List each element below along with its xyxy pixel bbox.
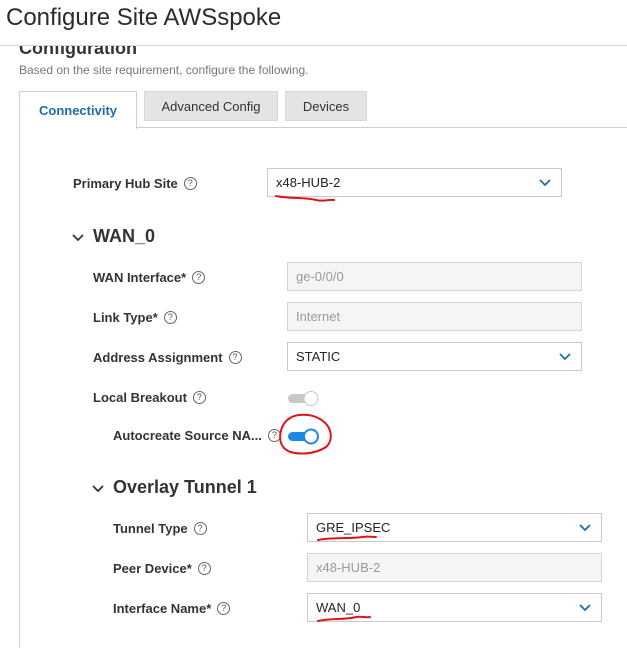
select-value: WAN_0 [316, 600, 361, 615]
tab-label: Connectivity [38, 103, 117, 118]
label-text: Peer Device* [113, 561, 192, 576]
tab-label: Devices [302, 98, 350, 114]
help-icon[interactable]: ? [192, 271, 206, 284]
help-icon[interactable]: ? [267, 429, 281, 442]
help-icon[interactable]: ? [193, 522, 207, 535]
link-type-label: Link Type*? [93, 310, 177, 325]
local-breakout-toggle[interactable] [287, 388, 319, 408]
select-value: STATIC [296, 349, 341, 364]
label-text: Link Type* [93, 310, 158, 325]
label-text: Tunnel Type [113, 521, 188, 536]
label-text: Local Breakout [93, 390, 187, 405]
help-icon[interactable]: ? [192, 391, 206, 404]
tunnel-type-select[interactable]: GRE_IPSEC [307, 513, 602, 542]
autocreate-source-nat-label: Autocreate Source NA...? [113, 428, 281, 443]
primary-hub-select[interactable]: x48-HUB-2 [267, 168, 562, 197]
input-value: Internet [296, 309, 341, 324]
chevron-down-icon [72, 233, 84, 241]
select-value: x48-HUB-2 [276, 175, 341, 190]
select-value: GRE_IPSEC [316, 520, 391, 535]
interface-name-select[interactable]: WAN_0 [307, 593, 602, 622]
label-text: Primary Hub Site [73, 176, 178, 191]
tunnel-type-label: Tunnel Type? [113, 521, 207, 536]
help-icon[interactable]: ? [197, 562, 211, 575]
interface-name-label: Interface Name*? [113, 601, 231, 616]
link-type-input[interactable]: Internet [287, 302, 582, 331]
chevron-down-icon [92, 484, 104, 492]
header-divider [0, 45, 627, 46]
help-icon[interactable]: ? [228, 351, 242, 364]
tab-connectivity[interactable]: Connectivity [19, 91, 137, 129]
input-value: ge-0/0/0 [296, 269, 344, 284]
autocreate-source-nat-toggle[interactable] [287, 426, 319, 446]
tab-bar-underline [137, 127, 627, 128]
help-icon[interactable]: ? [183, 177, 197, 190]
wan-interface-label: WAN Interface*? [93, 270, 206, 285]
tab-devices[interactable]: Devices [285, 91, 367, 121]
chevron-down-icon [559, 353, 571, 361]
chevron-down-icon [539, 179, 551, 187]
local-breakout-label: Local Breakout? [93, 390, 206, 405]
section-title: Configuration [19, 38, 137, 58]
label-text: Interface Name* [113, 601, 212, 616]
address-assignment-label: Address Assignment? [93, 350, 242, 365]
label-text: WAN Interface* [93, 270, 187, 285]
label-text: Autocreate Source NA... [113, 428, 262, 443]
label-text: Address Assignment [93, 350, 223, 365]
section-subtitle: Based on the site requirement, configure… [19, 63, 309, 77]
chevron-down-icon [579, 604, 591, 612]
help-icon[interactable]: ? [163, 311, 177, 324]
panel-border [19, 127, 20, 648]
overlay-group-header[interactable]: Overlay Tunnel 1 [92, 477, 257, 498]
help-icon[interactable]: ? [217, 602, 231, 615]
address-assignment-select[interactable]: STATIC [287, 342, 582, 371]
chevron-down-icon [579, 524, 591, 532]
group-title: WAN_0 [93, 226, 156, 246]
tab-label: Advanced Config [161, 98, 261, 114]
peer-device-input[interactable]: x48-HUB-2 [307, 553, 602, 582]
wan-interface-input[interactable]: ge-0/0/0 [287, 262, 582, 291]
input-value: x48-HUB-2 [316, 560, 381, 575]
page-title: Configure Site AWSspoke [6, 4, 282, 31]
peer-device-label: Peer Device*? [113, 561, 211, 576]
group-title: Overlay Tunnel 1 [113, 477, 257, 497]
tab-advanced-config[interactable]: Advanced Config [144, 91, 278, 121]
wan-group-header[interactable]: WAN_0 [72, 226, 155, 247]
primary-hub-label: Primary Hub Site? [73, 176, 197, 191]
